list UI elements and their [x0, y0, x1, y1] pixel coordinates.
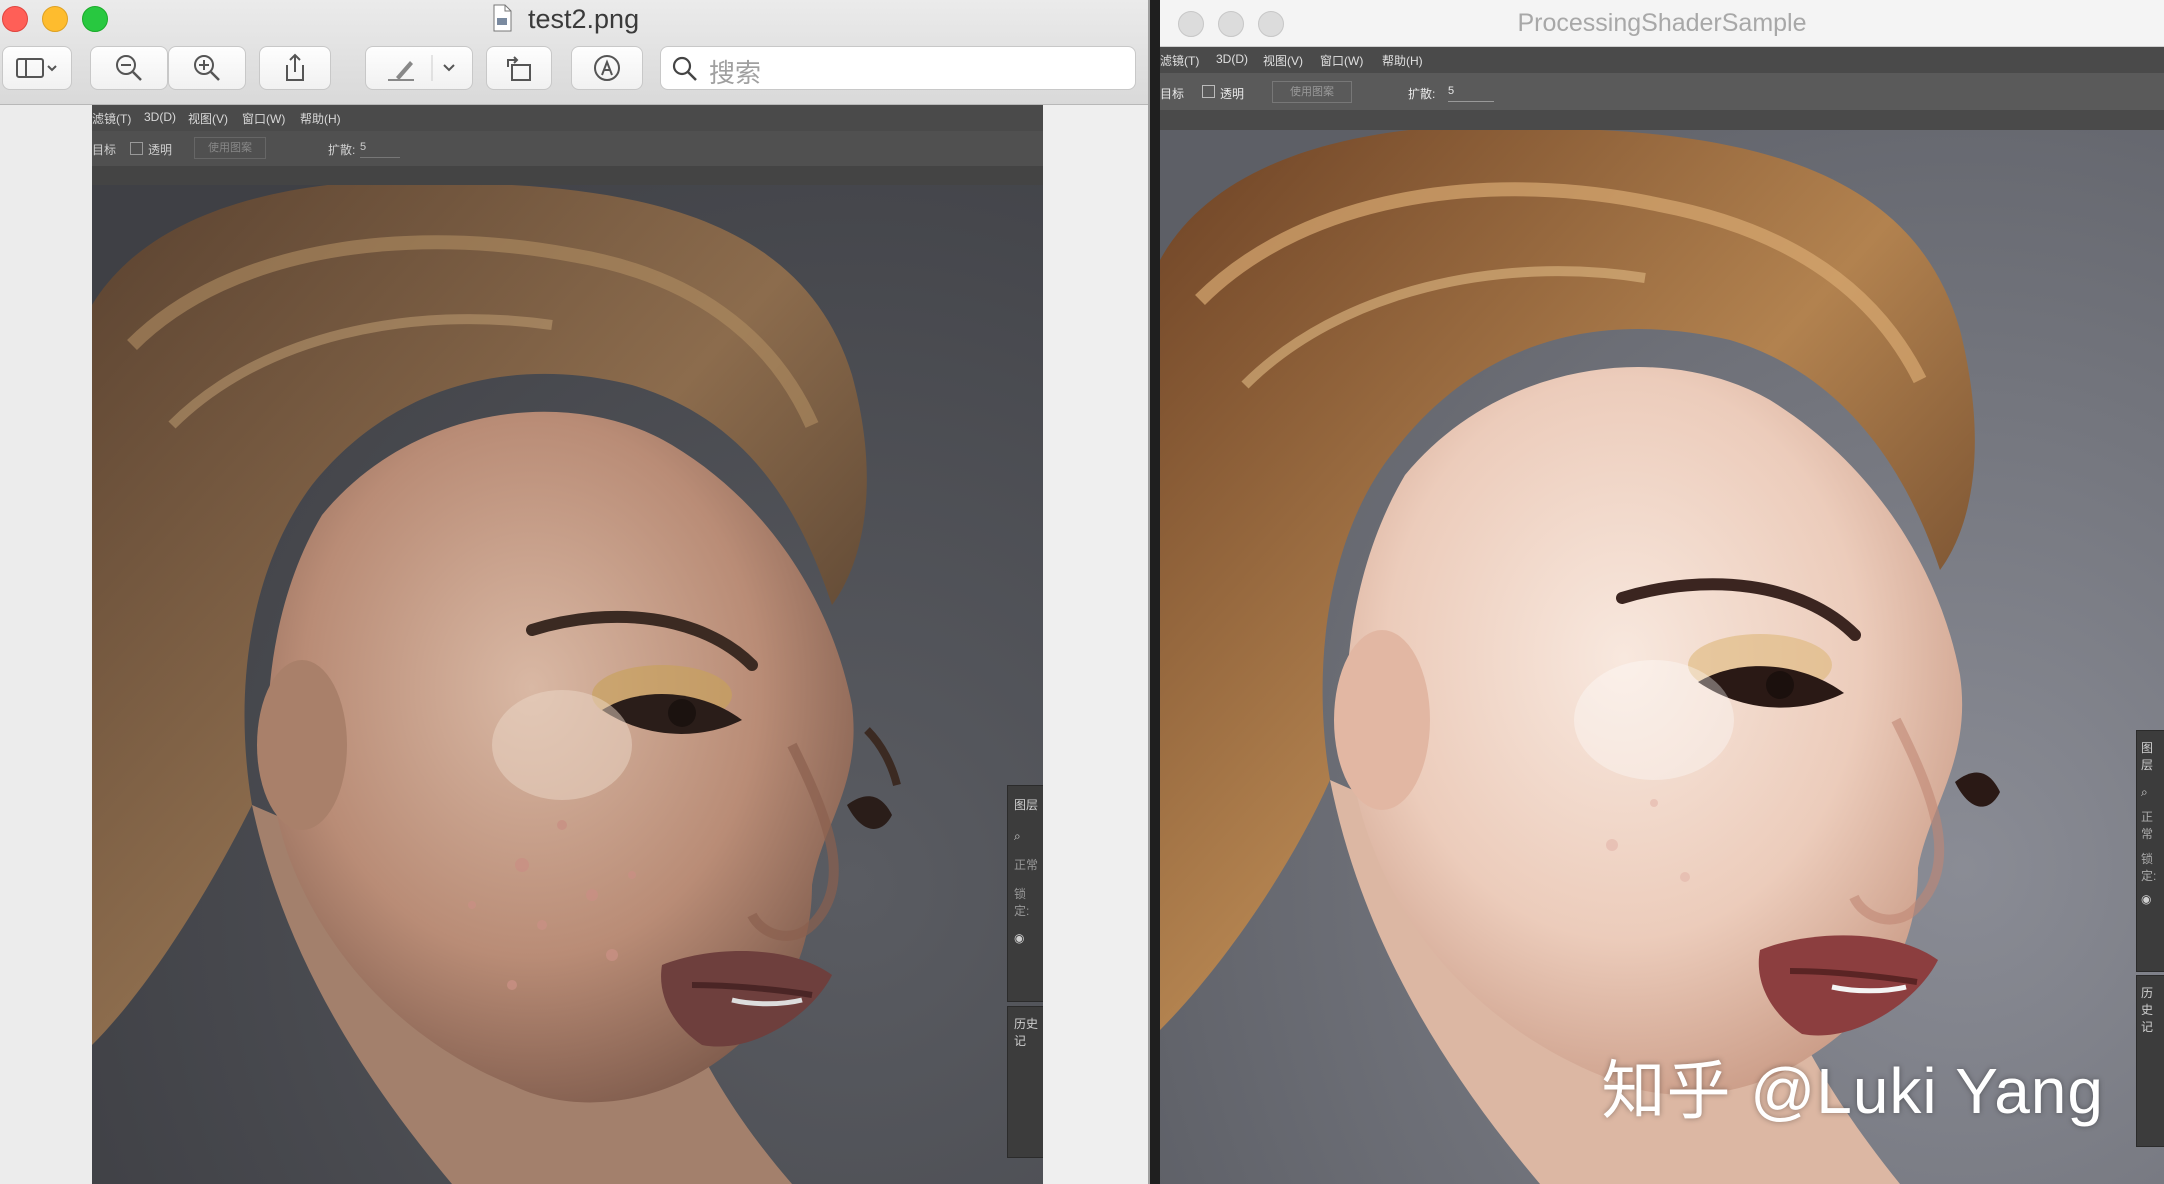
original-photo: [92, 185, 1043, 1184]
menu-help[interactable]: 帮助(H): [300, 110, 341, 127]
spread-select[interactable]: 5: [1448, 81, 1494, 102]
search-input[interactable]: 搜索: [660, 46, 1136, 90]
file-icon: [492, 4, 512, 32]
watermark: 知乎 @Luki Yang: [1601, 1055, 2104, 1127]
minimize-button[interactable]: [42, 6, 68, 32]
processed-photo: [1160, 130, 2164, 1184]
transparent-checkbox[interactable]: [1202, 85, 1215, 98]
target-label: 目标: [1160, 87, 1185, 101]
search-placeholder: 搜索: [709, 58, 762, 88]
search-icon[interactable]: ⌕: [2137, 781, 2164, 804]
menu-window[interactable]: 窗口(W): [1320, 52, 1363, 69]
share-button[interactable]: [259, 46, 331, 90]
window-gap: [1150, 0, 1160, 1184]
history-panel-title: 历史记: [1014, 1017, 1039, 1048]
menu-window[interactable]: 窗口(W): [242, 110, 285, 127]
pen-icon: [388, 55, 455, 81]
window-title: ProcessingShaderSample: [1517, 9, 1807, 37]
ps-gutter: [1160, 110, 2164, 130]
menu-help[interactable]: 帮助(H): [1382, 52, 1423, 69]
menu-filter[interactable]: 滤镜(T): [1160, 52, 1199, 69]
ps-menu-bar: 滤镜(T) 3D(D) 视图(V) 窗口(W) 帮助(H): [92, 105, 1043, 131]
rotate-icon: [507, 56, 531, 81]
transparent-label: 透明: [148, 143, 173, 157]
zoom-in-icon: [194, 55, 220, 81]
transparent-checkbox[interactable]: [130, 142, 143, 155]
markup-circle-icon: [594, 55, 620, 81]
markup-button[interactable]: [365, 46, 473, 90]
layers-panel-title: 图层: [2141, 741, 2154, 772]
use-pattern-button[interactable]: 使用图案: [1272, 81, 1352, 103]
share-icon: [286, 53, 304, 81]
search-icon: [672, 56, 697, 81]
spread-label: 扩散:: [328, 143, 356, 157]
lock-label: 锁定:: [2141, 852, 2157, 883]
ps-menu-bar: 滤镜(T) 3D(D) 视图(V) 窗口(W) 帮助(H): [1160, 47, 2164, 73]
lock-label: 锁定:: [1014, 887, 1030, 918]
ps-options-bar: 目标 透明 使用图案 扩散: 5: [1160, 73, 2164, 110]
blend-mode[interactable]: 正常: [1008, 850, 1044, 879]
layers-panel-title: 图层: [1014, 798, 1039, 812]
visibility-eye-icon[interactable]: ◉: [2137, 888, 2164, 910]
close-button[interactable]: [2, 6, 28, 32]
portrait-image: [92, 185, 1043, 1184]
ps-options-bar: 目标 透明 使用图案 扩散: 5: [92, 131, 1043, 166]
preview-window: test2.png 搜索 滤镜(T) 3D(D) 视图(V) 窗口(W) 帮助(…: [0, 0, 1150, 1184]
spread-label: 扩散:: [1408, 87, 1436, 101]
transparent-label: 透明: [1220, 87, 1245, 101]
menu-view[interactable]: 视图(V): [188, 110, 228, 127]
zoom-button[interactable]: [82, 6, 108, 32]
use-pattern-button[interactable]: 使用图案: [194, 137, 266, 159]
menu-filter[interactable]: 滤镜(T): [92, 110, 131, 127]
layers-panel: 图层 ⌕ 正常 锁定: ◉: [2136, 730, 2164, 972]
zoom-out-icon: [116, 55, 142, 81]
rotate-button[interactable]: [486, 46, 552, 90]
title-bar: test2.png 搜索: [0, 0, 1150, 105]
history-panel: 历史记: [1007, 1006, 1045, 1158]
scroll-gutter: [1043, 105, 1150, 1184]
sidebar-icon: [16, 58, 57, 78]
menu-view[interactable]: 视图(V): [1263, 52, 1303, 69]
search-icon[interactable]: ⌕: [1008, 823, 1044, 850]
spread-select[interactable]: 5: [360, 137, 400, 158]
layers-panel: 图层 ⌕ 正常 锁定: ◉: [1007, 785, 1045, 1002]
history-panel: 历史记: [2136, 975, 2164, 1147]
visibility-eye-icon[interactable]: ◉: [1008, 925, 1044, 951]
menu-3d[interactable]: 3D(D): [144, 110, 176, 124]
processing-window: ProcessingShaderSample 滤镜(T) 3D(D) 视图(V)…: [1160, 0, 2164, 1184]
annotate-button[interactable]: [571, 46, 643, 90]
ps-gutter: [92, 166, 1043, 185]
preview-margin: [0, 105, 92, 1184]
target-label: 目标: [92, 143, 117, 157]
blend-mode[interactable]: 正常: [2137, 804, 2164, 846]
history-panel-title: 历史记: [2141, 986, 2154, 1034]
sidebar-toggle-button[interactable]: [2, 46, 72, 90]
title-bar: ProcessingShaderSample: [1160, 0, 2164, 47]
portrait-image: [1160, 130, 2164, 1184]
zoom-in-button[interactable]: [168, 46, 246, 90]
menu-3d[interactable]: 3D(D): [1216, 52, 1248, 66]
zoom-out-button[interactable]: [90, 46, 168, 90]
window-title: test2.png: [528, 4, 640, 34]
